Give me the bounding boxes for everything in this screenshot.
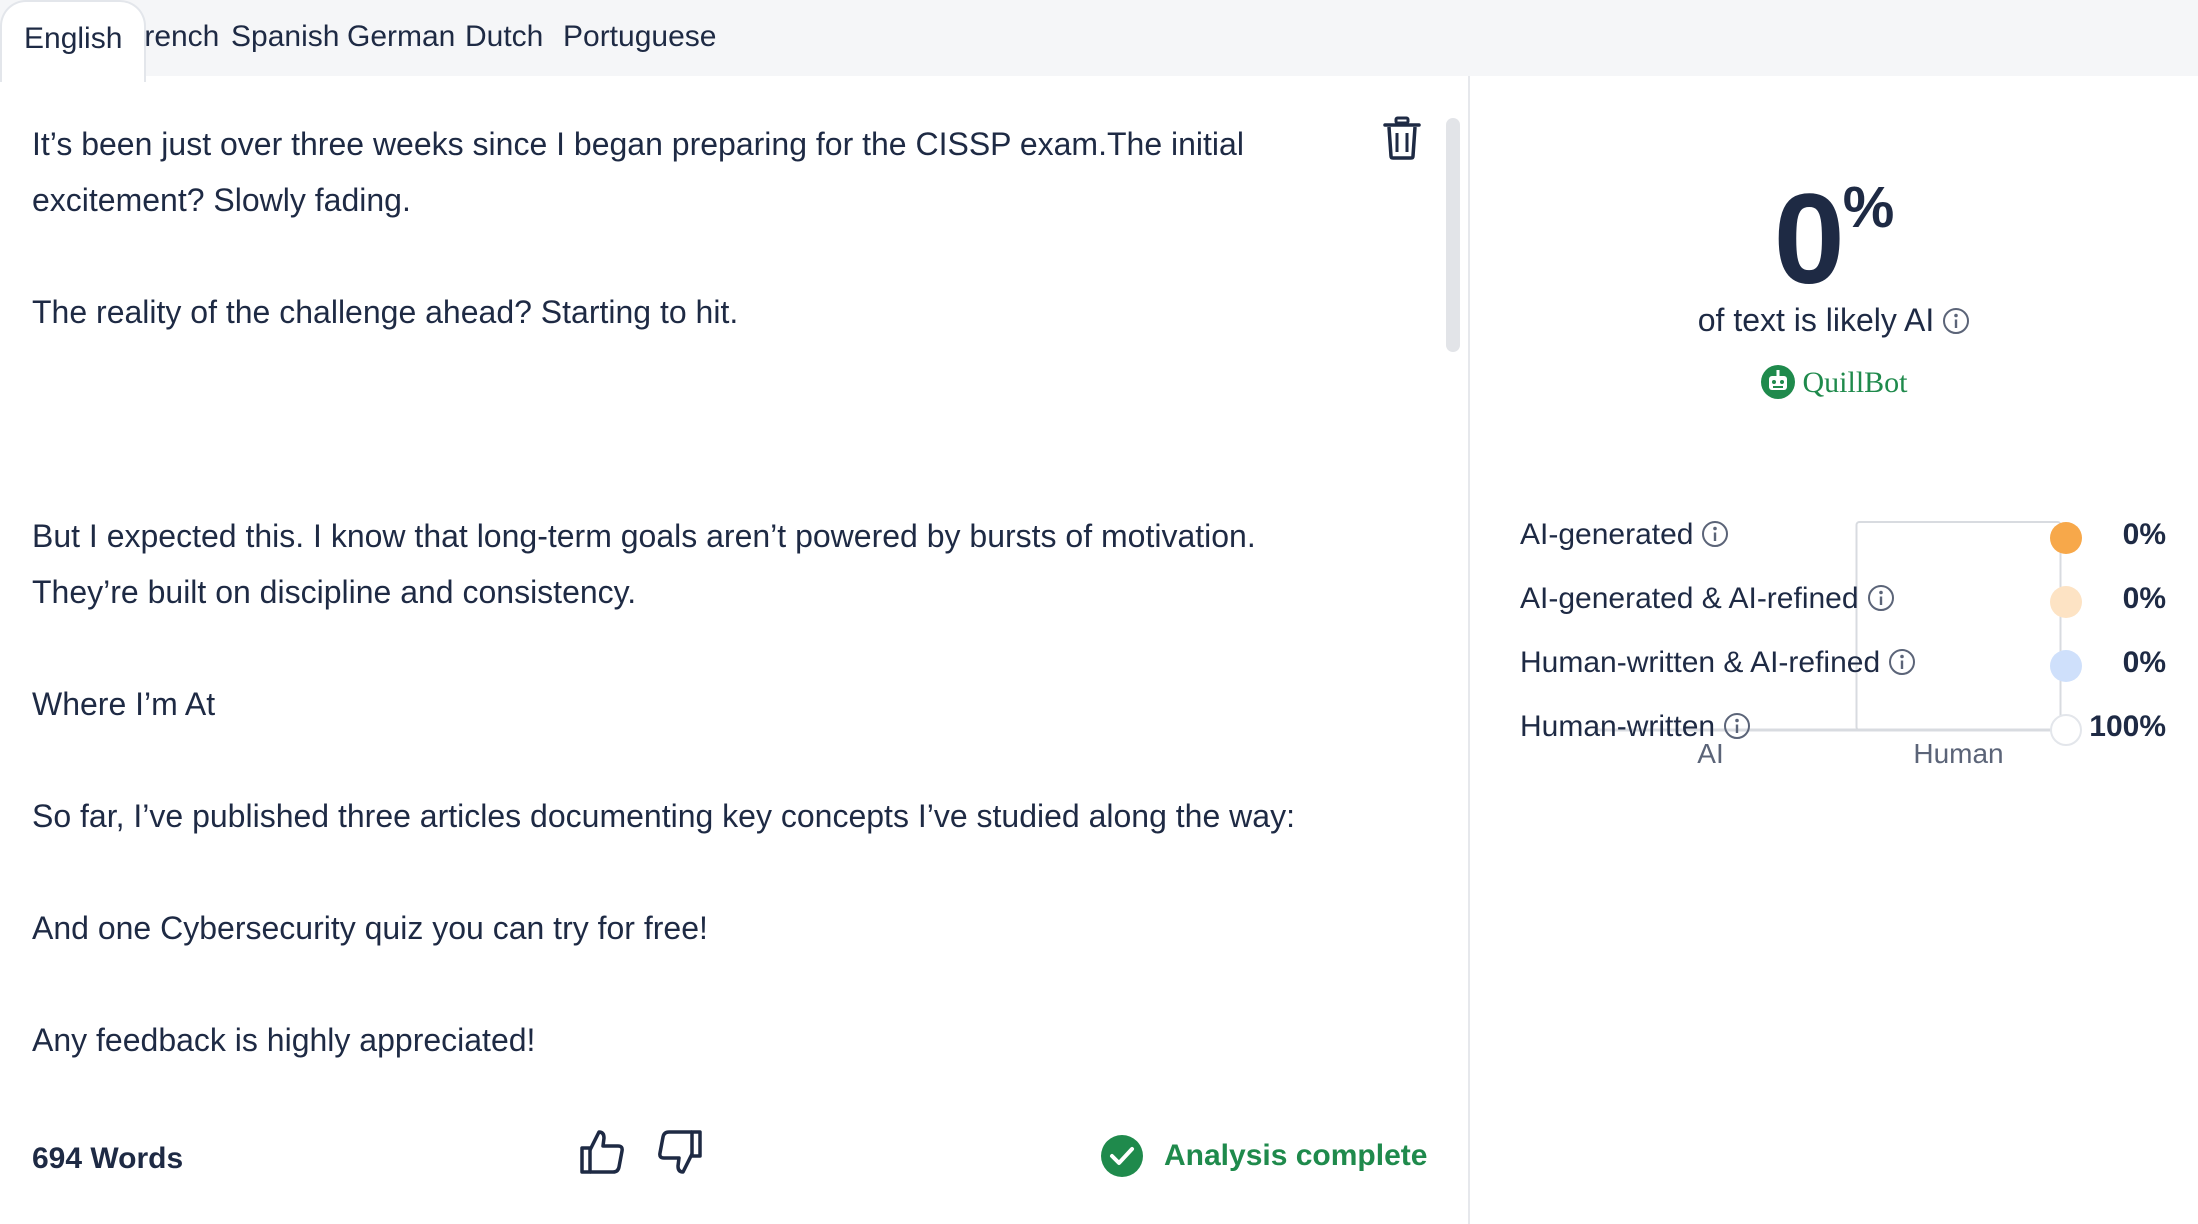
check-circle-icon — [1100, 1134, 1144, 1178]
info-icon[interactable] — [1701, 520, 1729, 548]
paragraph: It’s been just over three weeks since I … — [32, 126, 1244, 218]
caption-text: of text is likely AI — [1697, 302, 1935, 338]
status-text: Analysis complete — [1164, 1139, 1428, 1172]
brand-name: QuillBot — [1802, 366, 1908, 399]
editor-panel: It’s been just over three weeks since I … — [0, 76, 1470, 1224]
legend-ai-generated-ai-refined: AI-generated & AI-refined 0% — [1520, 582, 2166, 622]
legend-swatch — [2050, 586, 2082, 618]
tab-dutch[interactable]: Dutch — [465, 0, 543, 78]
editor-scrollbar[interactable] — [1446, 118, 1460, 352]
trash-icon[interactable] — [1382, 116, 1422, 160]
legend-label: AI-generated & AI-refined — [1520, 582, 1895, 616]
percentage-sign: % — [1842, 175, 1895, 240]
analysis-status: Analysis complete — [1100, 1132, 1427, 1180]
info-icon[interactable] — [1942, 306, 1970, 334]
legend-human-written: Human-written 100% — [1520, 710, 2166, 750]
legend-swatch — [2050, 650, 2082, 682]
legend-label: Human-written — [1520, 710, 1751, 744]
legend-label: Human-written & AI-refined — [1520, 646, 1916, 680]
tab-spanish[interactable]: Spanish — [231, 0, 339, 78]
paragraph: Any feedback is highly appreciated! — [32, 1022, 536, 1058]
info-icon[interactable] — [1888, 648, 1916, 676]
paragraph: But I expected this. I know that long-te… — [32, 518, 1256, 610]
results-panel: 0% of text is likely AI QuillBot AI Human… — [1470, 76, 2198, 1224]
legend-label: AI-generated — [1520, 518, 1729, 552]
legend-human-written-ai-refined: Human-written & AI-refined 0% — [1520, 646, 2166, 686]
info-icon[interactable] — [1723, 712, 1751, 740]
info-icon[interactable] — [1867, 584, 1895, 612]
thumbs-up-icon[interactable] — [578, 1128, 626, 1176]
legend-swatch — [2050, 522, 2082, 554]
text-editor[interactable]: It’s been just over three weeks since I … — [32, 116, 1352, 1068]
paragraph: And one Cybersecurity quiz you can try f… — [32, 910, 708, 946]
legend-swatch — [2050, 714, 2082, 746]
legend-ai-generated: AI-generated 0% — [1520, 518, 2166, 558]
legend-value: 100% — [2089, 710, 2166, 743]
tab-english[interactable]: English — [0, 0, 147, 82]
tab-german[interactable]: German — [347, 0, 455, 78]
percentage-value: 0 — [1773, 168, 1845, 311]
paragraph: So far, I’ve published three articles do… — [32, 798, 1295, 834]
word-count: 694 Words — [32, 1142, 184, 1175]
ai-percentage: 0% — [1470, 166, 2198, 313]
language-tabs: English French Spanish German Dutch Port… — [0, 0, 2198, 82]
legend-value: 0% — [2122, 518, 2166, 551]
quillbot-logo-icon — [1760, 364, 1796, 400]
thumbs-down-icon[interactable] — [656, 1128, 704, 1176]
paragraph: The reality of the challenge ahead? Star… — [32, 294, 739, 330]
legend-value: 0% — [2122, 646, 2166, 679]
legend-value: 0% — [2122, 582, 2166, 615]
brand: QuillBot — [1470, 364, 2198, 400]
result-caption: of text is likely AI — [1470, 302, 2198, 339]
tab-portuguese[interactable]: Portuguese — [563, 0, 716, 78]
paragraph: Where I’m At — [32, 686, 216, 722]
